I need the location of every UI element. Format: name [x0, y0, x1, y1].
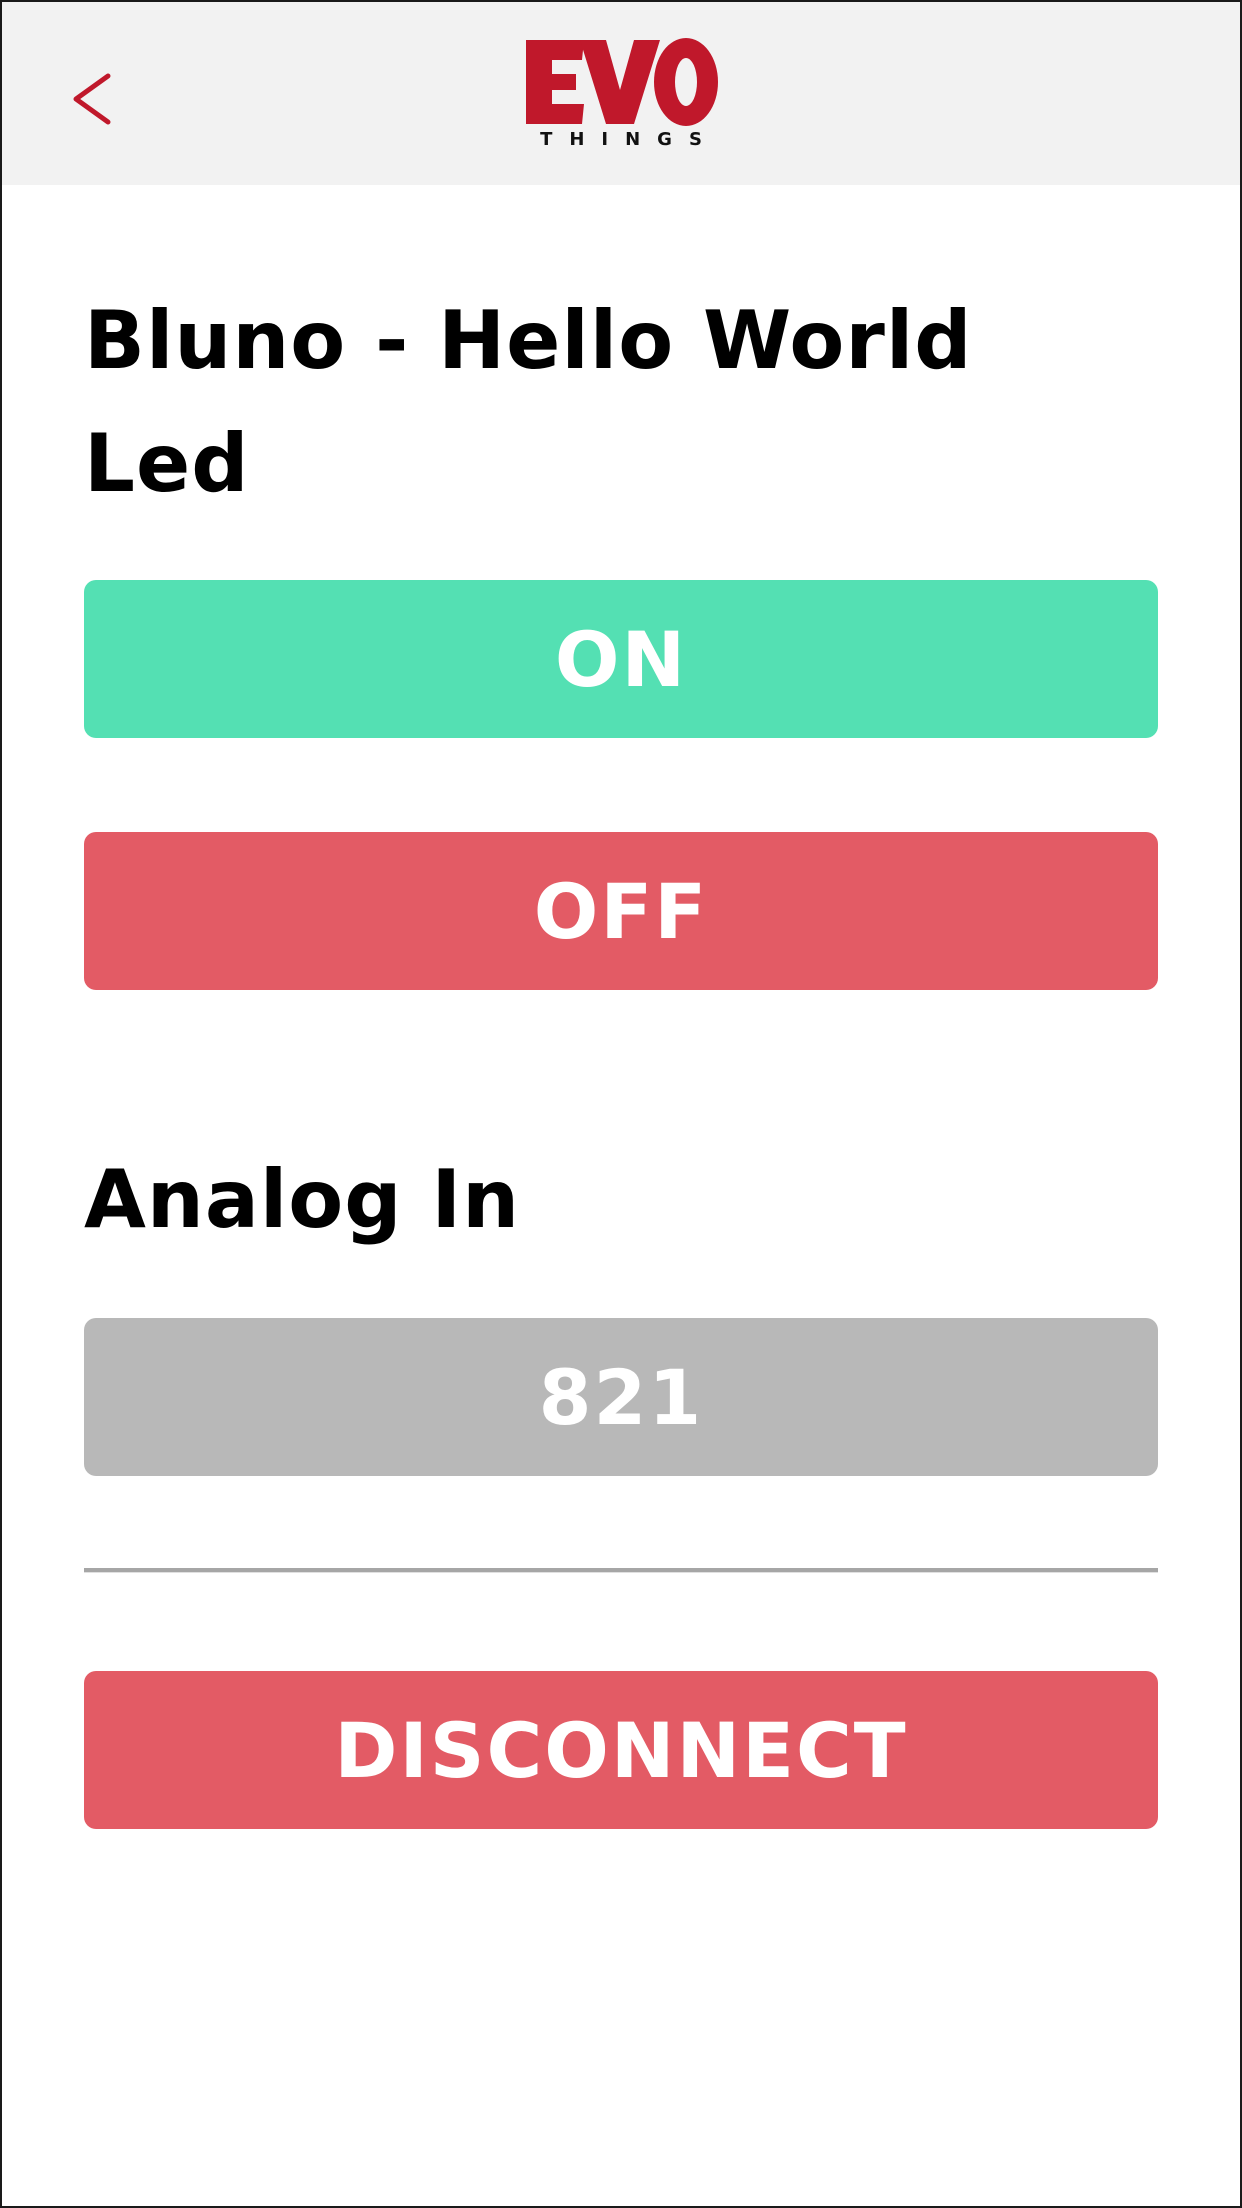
logo-subtitle: THINGS — [540, 129, 719, 150]
led-on-button[interactable]: ON — [84, 580, 1158, 738]
analog-value-display: 821 — [84, 1318, 1158, 1476]
back-button[interactable] — [70, 60, 120, 140]
disconnect-button[interactable]: DISCONNECT — [84, 1671, 1158, 1829]
led-off-button[interactable]: OFF — [84, 832, 1158, 990]
divider — [84, 1568, 1158, 1573]
page-title: Bluno - Hello World — [84, 294, 973, 387]
evo-wordmark — [526, 38, 718, 126]
app-header: THINGS — [0, 0, 1242, 185]
chevron-left-icon — [73, 73, 111, 125]
analog-in-heading: Analog In — [84, 1153, 521, 1246]
evothings-logo: THINGS — [522, 34, 720, 154]
led-heading: Led — [84, 417, 250, 510]
